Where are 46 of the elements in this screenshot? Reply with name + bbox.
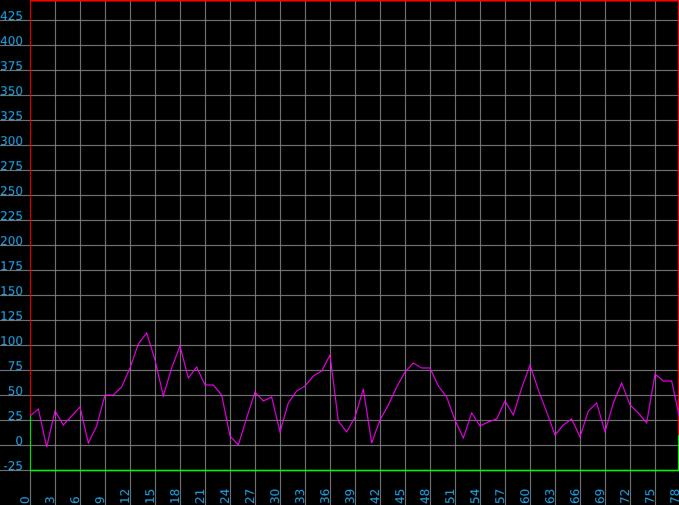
axis-tick-label: 6 xyxy=(68,496,82,504)
axis-tick-label: 72 xyxy=(618,488,632,504)
axis-tick-label: 425 xyxy=(0,9,23,23)
axis-tick-label: 250 xyxy=(0,184,23,198)
axis-tick-label: 325 xyxy=(0,109,23,123)
axis-tick-label: 15 xyxy=(143,488,157,504)
axis-tick-label: 400 xyxy=(0,34,23,48)
axis-tick-label: 12 xyxy=(118,488,132,504)
axis-tick-label: 42 xyxy=(368,488,382,504)
axis-tick-label: 25 xyxy=(8,409,23,423)
axis-tick-label: 125 xyxy=(0,309,23,323)
axis-tick-label: 50 xyxy=(8,384,23,398)
axis-tick-label: 275 xyxy=(0,159,23,173)
axis-tick-label: 100 xyxy=(0,334,23,348)
axis-tick-label: 30 xyxy=(268,488,282,504)
axis-tick-label: 200 xyxy=(0,234,23,248)
axis-tick-label: 175 xyxy=(0,259,23,273)
axis-tick-label: 18 xyxy=(168,488,182,504)
axis-tick-label: 36 xyxy=(318,488,332,504)
axis-tick-label: 69 xyxy=(593,488,607,504)
axis-tick-label: 375 xyxy=(0,59,23,73)
axis-tick-label: 225 xyxy=(0,209,23,223)
axis-tick-label: 75 xyxy=(8,359,23,373)
axis-tick-label: 33 xyxy=(293,488,307,504)
axis-tick-label: 350 xyxy=(0,84,23,98)
axis-tick-label: 300 xyxy=(0,134,23,148)
axis-tick-label: 60 xyxy=(518,488,532,504)
axis-tick-label: 45 xyxy=(393,488,407,504)
axis-tick-label: 24 xyxy=(218,488,232,504)
axis-tick-label: 21 xyxy=(193,488,207,504)
axis-tick-label: 0 xyxy=(18,496,32,504)
axis-tick-label: 54 xyxy=(468,488,482,504)
axis-tick-label: 75 xyxy=(643,488,657,504)
axis-tick-label: 78 xyxy=(668,488,679,504)
axis-tick-label: 9 xyxy=(93,496,107,504)
axis-tick-label: 51 xyxy=(443,488,457,504)
axis-tick-label: 27 xyxy=(243,488,257,504)
axis-tick-label: 0 xyxy=(15,434,23,448)
axis-tick-label: -25 xyxy=(3,459,23,473)
axis-tick-label: 39 xyxy=(343,488,357,504)
axis-tick-label: 3 xyxy=(43,496,57,504)
axis-tick-label: 48 xyxy=(418,488,432,504)
axis-tick-label: 57 xyxy=(493,488,507,504)
axis-tick-label: 150 xyxy=(0,284,23,298)
axis-tick-label: 63 xyxy=(543,488,557,504)
axis-tick-label: 66 xyxy=(568,488,582,504)
